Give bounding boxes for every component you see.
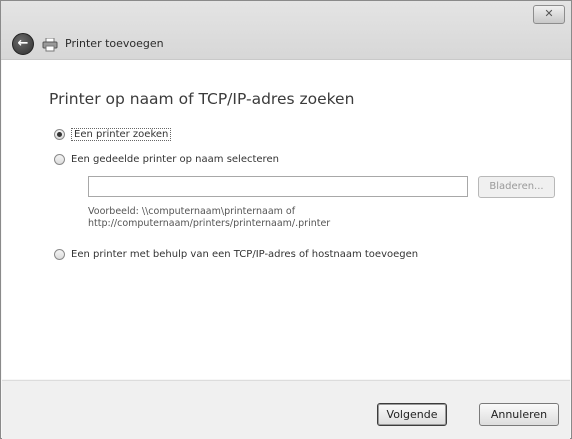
option-search-printer[interactable]: Een printer zoeken	[54, 128, 172, 141]
close-button[interactable]: ✕	[533, 5, 565, 24]
printer-path-input[interactable]	[88, 176, 468, 197]
radio-search-printer[interactable]	[54, 129, 65, 140]
back-button[interactable]: ←	[12, 33, 34, 55]
window-title: Printer toevoegen	[65, 37, 164, 50]
option-label: Een printer zoeken	[71, 128, 172, 141]
example-text: Voorbeeld: \\computernaam\printernaam of…	[88, 206, 330, 230]
option-tcpip-printer[interactable]: Een printer met behulp van een TCP/IP-ad…	[54, 249, 418, 260]
add-printer-window: ✕ ← Printer toevoegen Printer op naam of…	[0, 0, 572, 439]
radio-tcpip-printer[interactable]	[54, 249, 65, 260]
browse-button[interactable]: Bladeren...	[478, 176, 555, 198]
next-button[interactable]: Volgende	[377, 403, 447, 426]
back-arrow-icon: ←	[17, 36, 29, 51]
radio-shared-printer[interactable]	[54, 154, 65, 165]
wizard-content: Printer op naam of TCP/IP-adres zoeken E…	[2, 60, 570, 379]
example-line-2: http://computernaam/printers/printernaam…	[88, 218, 331, 229]
option-shared-printer[interactable]: Een gedeelde printer op naam selecteren	[54, 154, 279, 165]
title-bar: ✕ ← Printer toevoegen	[1, 1, 571, 60]
close-icon: ✕	[544, 7, 554, 20]
example-line-1: Voorbeeld: \\computernaam\printernaam of	[88, 206, 296, 217]
printer-icon	[42, 38, 58, 52]
option-label: Een gedeelde printer op naam selecteren	[71, 154, 279, 165]
page-heading: Printer op naam of TCP/IP-adres zoeken	[49, 90, 355, 108]
cancel-button[interactable]: Annuleren	[479, 403, 559, 426]
option-label: Een printer met behulp van een TCP/IP-ad…	[71, 249, 419, 260]
wizard-footer: Volgende Annuleren	[2, 380, 570, 439]
